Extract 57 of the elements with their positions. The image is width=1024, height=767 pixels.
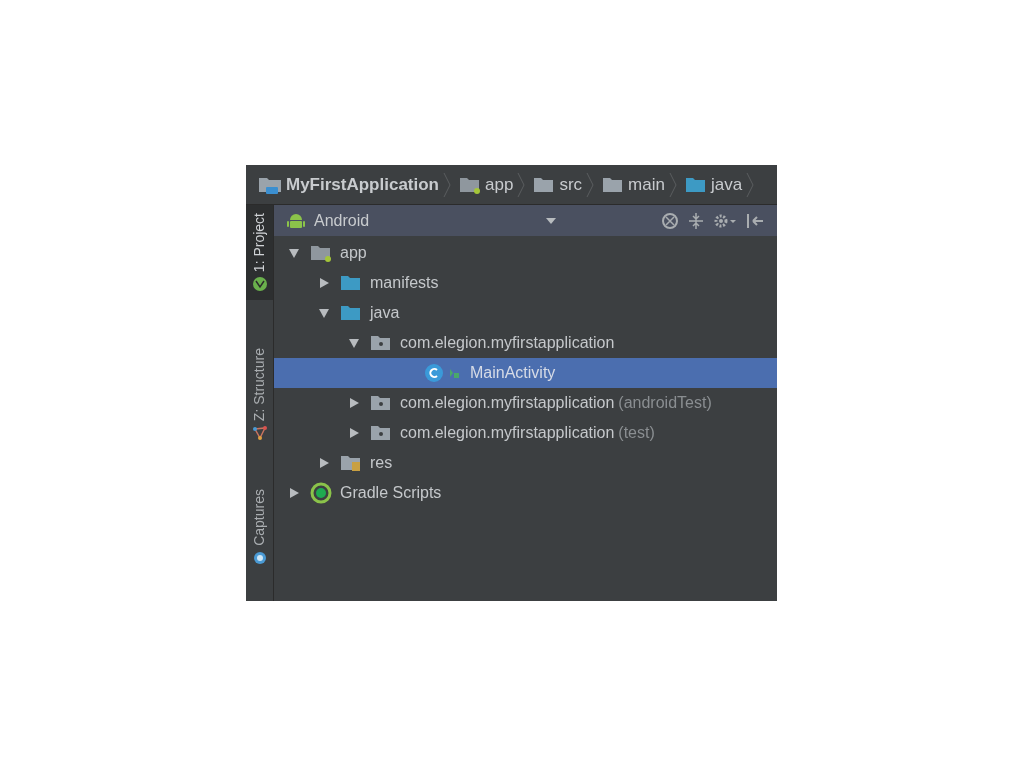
tool-window-tab[interactable]: 1: Project bbox=[246, 205, 273, 301]
locate-icon[interactable] bbox=[661, 211, 679, 230]
collapse-arrow-icon[interactable] bbox=[348, 337, 360, 349]
node-label: java bbox=[370, 303, 400, 323]
node-label: MainActivity bbox=[470, 363, 556, 383]
structure-icon bbox=[251, 425, 268, 442]
package-icon bbox=[370, 394, 392, 412]
module-folder-icon bbox=[310, 244, 332, 262]
tree-row[interactable]: com.elegion.myfirstapplication bbox=[274, 328, 777, 358]
breadcrumb-item[interactable]: app bbox=[455, 171, 518, 198]
expand-arrow-icon[interactable] bbox=[318, 277, 330, 289]
node-label: com.elegion.myfirstapplication bbox=[400, 393, 615, 413]
tree-row[interactable]: Gradle Scripts bbox=[274, 478, 777, 508]
android-icon bbox=[251, 276, 268, 293]
module-folder-icon bbox=[459, 175, 481, 194]
expand-arrow-icon[interactable] bbox=[318, 457, 330, 469]
node-suffix: (androidTest) bbox=[618, 393, 712, 413]
hide-panel-icon[interactable] bbox=[745, 211, 765, 230]
folder-icon bbox=[602, 175, 625, 194]
dropdown-caret-icon bbox=[546, 217, 556, 224]
tree-row[interactable]: com.elegion.myfirstapplication (androidTest) bbox=[274, 388, 777, 418]
folder-icon bbox=[340, 274, 362, 292]
package-icon bbox=[370, 334, 392, 352]
breadcrumb-item[interactable]: main bbox=[598, 171, 669, 198]
node-label: res bbox=[370, 453, 393, 473]
tree-row[interactable]: res bbox=[274, 448, 777, 478]
collapse-arrow-icon[interactable] bbox=[318, 307, 330, 319]
tree-row[interactable]: app bbox=[274, 238, 777, 268]
breadcrumb-item[interactable]: MyFirstApplication bbox=[254, 171, 443, 198]
node-suffix: (test) bbox=[618, 423, 655, 443]
tree-row[interactable]: com.elegion.myfirstapplication (test) bbox=[274, 418, 777, 448]
node-label: manifests bbox=[370, 273, 439, 293]
tree-row[interactable]: manifests bbox=[274, 268, 777, 298]
camera-icon bbox=[251, 550, 268, 567]
class-icon bbox=[424, 363, 462, 383]
expand-arrow-icon[interactable] bbox=[288, 487, 300, 499]
collapse-arrow-icon[interactable] bbox=[288, 247, 300, 259]
tree-row[interactable]: java bbox=[274, 298, 777, 328]
view-dropdown[interactable]: Android bbox=[286, 208, 556, 233]
resource-folder-icon bbox=[340, 454, 362, 472]
node-label: com.elegion.myfirstapplication bbox=[400, 333, 615, 353]
folder-icon bbox=[533, 175, 556, 194]
gradle-icon bbox=[310, 482, 332, 504]
expand-arrow-icon[interactable] bbox=[348, 397, 360, 409]
collapse-all-icon[interactable] bbox=[687, 211, 705, 230]
tree-row[interactable]: MainActivity bbox=[274, 358, 777, 388]
node-label: app bbox=[340, 243, 367, 263]
node-label: com.elegion.myfirstapplication bbox=[400, 423, 615, 443]
breadcrumb-item[interactable]: src bbox=[529, 171, 587, 198]
package-icon bbox=[370, 424, 392, 442]
tool-window-tab[interactable]: Z: Structure bbox=[246, 340, 273, 450]
tool-window-tab[interactable]: Captures bbox=[246, 481, 273, 575]
folder-icon bbox=[684, 175, 707, 194]
folder-icon bbox=[340, 304, 362, 322]
expand-arrow-icon[interactable] bbox=[348, 427, 360, 439]
breadcrumb-item[interactable]: java bbox=[680, 171, 747, 198]
node-label: Gradle Scripts bbox=[340, 483, 442, 503]
